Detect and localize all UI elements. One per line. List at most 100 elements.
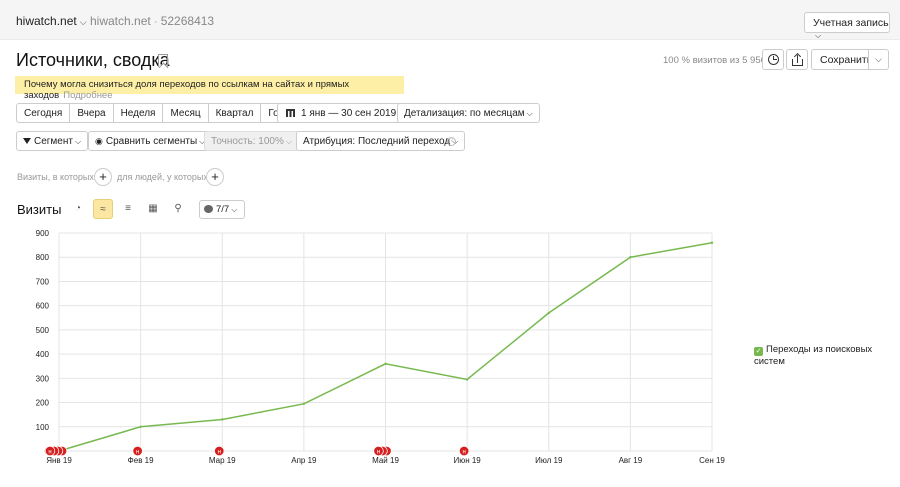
- view-line-button[interactable]: ≈: [93, 199, 113, 219]
- view-pie-button[interactable]: ◔: [68, 199, 88, 219]
- view-bar-button[interactable]: ▦: [143, 199, 163, 219]
- legend-label: Переходы из поисковых систем: [754, 344, 873, 367]
- data-point: [302, 402, 306, 405]
- y-tick-label: 300: [36, 374, 50, 383]
- metrics-selector[interactable]: 7/7 ⌵: [199, 200, 245, 219]
- legend-item[interactable]: ✓ Переходы из поисковых систем: [754, 344, 900, 367]
- chevron-down-icon: ⌵: [74, 137, 82, 146]
- date-range-label: 1 янв — 30 сен 2019: [301, 108, 397, 119]
- compare-segments-button[interactable]: ◉ Сравнить сегменты ⌵: [88, 131, 213, 151]
- visits-filter-label: Визиты, в которых: [17, 172, 94, 182]
- comment-icon: [204, 205, 213, 213]
- data-point: [221, 418, 224, 421]
- x-tick-label: Сен 19: [699, 456, 725, 465]
- attribution-dropdown[interactable]: Атрибуция: Последний переход ⌵: [296, 131, 466, 151]
- x-tick-label: Мар 19: [209, 456, 236, 465]
- site-name: hiwatch.net: [16, 14, 77, 28]
- data-point: [629, 256, 632, 259]
- pie-chart-icon: ◔: [74, 203, 82, 214]
- compare-icon: ◉: [95, 136, 103, 146]
- x-tick-label: Май 19: [372, 456, 399, 465]
- chevron-down-icon: ⌵: [79, 17, 87, 27]
- view-area-button[interactable]: ≡: [118, 199, 138, 219]
- site-selector[interactable]: hiwatch.net ⌵: [16, 14, 87, 28]
- period-selector: Сегодня Вчера Неделя Месяц Квартал Год: [16, 103, 293, 123]
- bar-chart-icon: ▦: [148, 203, 158, 214]
- period-month[interactable]: Месяц: [162, 103, 209, 123]
- y-tick-label: 600: [36, 302, 50, 311]
- period-today[interactable]: Сегодня: [16, 103, 71, 123]
- segment-label: Сегмент: [34, 136, 73, 147]
- annotation-marker-label: н: [462, 450, 465, 456]
- x-tick-label: Июл 19: [535, 456, 563, 465]
- save-menu-button[interactable]: ⌵: [868, 49, 889, 70]
- annotation-marker-label: н: [48, 450, 51, 456]
- x-tick-label: Апр 19: [291, 456, 317, 465]
- x-tick-label: Авг 19: [619, 456, 643, 465]
- metrics-count: 7/7: [216, 204, 230, 215]
- accuracy-label: Точность: 100%: [211, 136, 284, 147]
- attribution-label: Атрибуция: Последний переход: [303, 136, 451, 147]
- detail-dropdown[interactable]: Детализация: по месяцам ⌵: [397, 103, 540, 123]
- view-map-button[interactable]: ⚲: [168, 199, 188, 219]
- save-label: Сохранить: [820, 54, 873, 66]
- x-tick-label: Фев 19: [128, 456, 154, 465]
- visits-line-chart: 0100200300400500600700800900Янв 19Фев 19…: [36, 229, 726, 465]
- plus-icon: +: [99, 169, 107, 184]
- save-button[interactable]: Сохранить: [811, 49, 873, 70]
- y-tick-label: 800: [36, 253, 50, 262]
- y-tick-label: 900: [36, 229, 50, 238]
- y-tick-label: 200: [36, 399, 50, 408]
- people-filter-label: для людей, у которых: [117, 172, 208, 182]
- history-button[interactable]: [762, 49, 784, 70]
- line-chart-icon: ≈: [100, 204, 106, 215]
- accuracy-dropdown[interactable]: Точность: 100% ⌵: [204, 131, 299, 151]
- period-quarter[interactable]: Квартал: [207, 103, 262, 123]
- counter-info: hiwatch.net · 52268413: [90, 14, 214, 28]
- chevron-down-icon: ⌵: [815, 31, 822, 40]
- add-people-condition-button[interactable]: +: [206, 168, 224, 186]
- y-tick-label: 400: [36, 350, 50, 359]
- add-visit-condition-button[interactable]: +: [94, 168, 112, 186]
- notice-more-link[interactable]: Подробнее: [63, 90, 112, 101]
- counter-separator: ·: [153, 14, 158, 28]
- visits-summary: 100 % визитов из 5 956: [663, 55, 766, 66]
- data-point: [710, 241, 714, 244]
- page-title: Источники, сводка: [16, 50, 170, 70]
- segment-button[interactable]: Сегмент ⌵: [16, 131, 89, 151]
- data-point: [384, 362, 387, 365]
- y-tick-label: 700: [36, 277, 50, 286]
- y-tick-label: 100: [36, 423, 50, 432]
- checkbox-icon: ✓: [754, 347, 763, 356]
- export-button[interactable]: [786, 49, 808, 70]
- chevron-down-icon: ⌵: [526, 109, 533, 118]
- funnel-icon: [23, 138, 31, 144]
- chevron-down-icon: ⌵: [231, 205, 238, 214]
- counter-id: 52268413: [160, 14, 215, 28]
- annotation-marker-label: н: [377, 450, 380, 456]
- date-range-button[interactable]: 1 янв — 30 сен 2019: [277, 103, 404, 123]
- account-button[interactable]: Учетная запись ⌵: [804, 12, 890, 40]
- period-week[interactable]: Неделя: [112, 103, 164, 123]
- chevron-down-icon: ⌵: [875, 54, 882, 64]
- share-icon: [792, 52, 803, 66]
- data-point: [547, 311, 550, 315]
- top-bar: hiwatch.net ⌵ hiwatch.net · 52268413 Учетна…: [0, 0, 900, 40]
- map-pin-icon: ⚲: [174, 203, 182, 214]
- x-tick-label: Июн 19: [453, 456, 481, 465]
- annotation-marker-label: н: [218, 450, 221, 456]
- bookmark-icon[interactable]: [158, 54, 168, 67]
- compare-label: Сравнить сегменты: [105, 136, 198, 147]
- calendar-icon: [286, 109, 295, 117]
- counter-name: hiwatch.net: [90, 14, 151, 28]
- chart-title: Визиты: [17, 202, 62, 217]
- area-chart-icon: ≡: [125, 203, 131, 214]
- clock-icon: [768, 54, 779, 65]
- notice-banner: Почему могла снизиться доля переходов по…: [15, 76, 404, 101]
- chevron-down-icon: ⌵: [285, 137, 292, 146]
- x-tick-label: Янв 19: [46, 456, 72, 465]
- period-yesterday[interactable]: Вчера: [69, 103, 114, 123]
- plus-icon: +: [211, 169, 219, 184]
- help-icon[interactable]: ?: [447, 137, 456, 146]
- data-point: [465, 378, 469, 381]
